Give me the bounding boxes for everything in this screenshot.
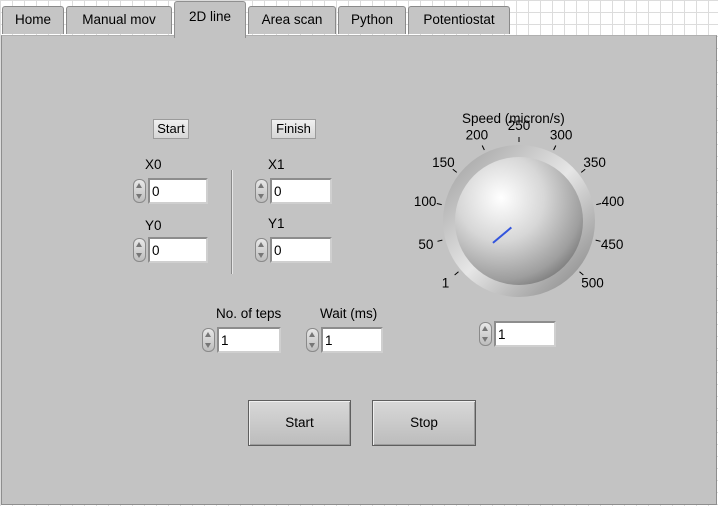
dial-tick xyxy=(553,145,557,151)
decrement-arrow-icon xyxy=(136,194,142,199)
y0-label: Y0 xyxy=(145,218,162,233)
tab-manual-mov[interactable]: Manual mov xyxy=(66,6,172,34)
dial-tick xyxy=(481,145,485,151)
dial-tick-label: 450 xyxy=(601,237,624,252)
tab-bar: Home Manual mov 2D line Area scan Python… xyxy=(0,0,718,38)
start-point-button[interactable]: Start xyxy=(153,119,189,139)
dial-tick-label: 1 xyxy=(442,276,450,291)
dial-tick-label: 250 xyxy=(508,118,531,133)
increment-arrow-icon xyxy=(258,183,264,188)
decrement-arrow-icon xyxy=(258,253,264,258)
dial-tick-label: 400 xyxy=(602,194,625,209)
x1-label: X1 xyxy=(268,157,285,172)
increment-arrow-icon xyxy=(136,183,142,188)
dial-tick-label: 350 xyxy=(583,155,606,170)
knob-face[interactable] xyxy=(455,157,583,285)
steps-input[interactable] xyxy=(217,327,281,353)
y0-input[interactable] xyxy=(148,237,208,263)
dial-tick-label: 500 xyxy=(581,276,604,291)
dial-tick-label: 100 xyxy=(414,194,437,209)
y1-input[interactable] xyxy=(270,237,332,263)
wait-label: Wait (ms) xyxy=(320,306,378,321)
speed-knob[interactable]: 150100150200250300350400450500 xyxy=(410,105,640,315)
dial-tick-label: 50 xyxy=(418,237,433,252)
start-button[interactable]: Start xyxy=(248,400,351,446)
wait-input[interactable] xyxy=(321,327,383,353)
divider xyxy=(231,170,232,274)
dial-tick xyxy=(454,271,459,276)
x0-input[interactable] xyxy=(148,178,208,204)
speed-input[interactable] xyxy=(494,321,556,347)
decrement-arrow-icon xyxy=(136,253,142,258)
y1-label: Y1 xyxy=(268,216,285,231)
wait-spinner[interactable] xyxy=(306,328,319,352)
dial-tick-label: 300 xyxy=(550,128,573,143)
dial-tick xyxy=(595,239,601,242)
tab-2d-line[interactable]: 2D line xyxy=(174,1,246,38)
tab-python[interactable]: Python xyxy=(338,6,406,34)
decrement-arrow-icon xyxy=(309,343,315,348)
dial-tick xyxy=(596,203,602,206)
x0-spinner[interactable] xyxy=(133,179,146,203)
x1-input[interactable] xyxy=(270,178,332,204)
increment-arrow-icon xyxy=(482,326,488,331)
dial-tick xyxy=(437,239,443,242)
decrement-arrow-icon xyxy=(205,343,211,348)
y0-spinner[interactable] xyxy=(133,238,146,262)
decrement-arrow-icon xyxy=(258,194,264,199)
increment-arrow-icon xyxy=(205,332,211,337)
tab-home[interactable]: Home xyxy=(2,6,64,34)
x1-spinner[interactable] xyxy=(255,179,268,203)
finish-point-button[interactable]: Finish xyxy=(271,119,316,139)
decrement-arrow-icon xyxy=(482,337,488,342)
tab-potentiostat[interactable]: Potentiostat xyxy=(408,6,510,34)
dial-tick-label: 150 xyxy=(432,155,455,170)
tab-area-scan[interactable]: Area scan xyxy=(248,6,336,34)
stop-button[interactable]: Stop xyxy=(372,400,476,446)
dial-tick xyxy=(579,271,584,276)
dial-tick-label: 200 xyxy=(466,128,489,143)
steps-label: No. of teps xyxy=(216,306,282,321)
y1-spinner[interactable] xyxy=(255,238,268,262)
increment-arrow-icon xyxy=(258,242,264,247)
dial-tick xyxy=(436,203,442,206)
steps-spinner[interactable] xyxy=(202,328,215,352)
speed-spinner[interactable] xyxy=(479,322,492,346)
increment-arrow-icon xyxy=(309,332,315,337)
x0-label: X0 xyxy=(145,157,162,172)
increment-arrow-icon xyxy=(136,242,142,247)
